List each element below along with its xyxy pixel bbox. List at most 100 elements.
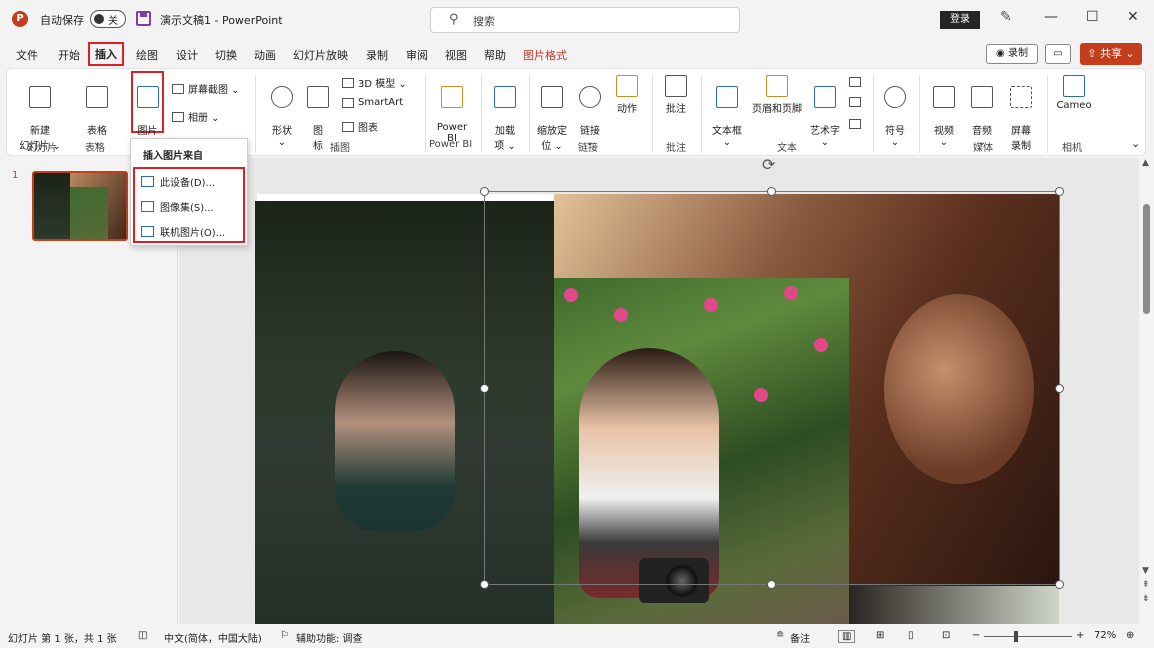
tab-design[interactable]: 设计 xyxy=(176,47,198,63)
resize-handle[interactable] xyxy=(767,580,776,589)
menu-item-stock-images[interactable]: 图像集(S)... xyxy=(141,199,214,214)
collapse-ribbon-icon[interactable]: ⌄ xyxy=(1131,137,1140,150)
resize-handle[interactable] xyxy=(767,187,776,196)
link-button[interactable]: 链接 ⌄ xyxy=(575,75,605,148)
rotate-handle-icon[interactable]: ⟳ xyxy=(762,158,775,174)
language-status[interactable]: 中文(简体，中国大陆) xyxy=(164,630,262,645)
icons-button[interactable]: 图 标 xyxy=(304,75,332,152)
slideshow-view-icon[interactable]: ⊡ xyxy=(942,630,950,641)
resize-handle[interactable] xyxy=(1055,187,1064,196)
omega-icon xyxy=(884,86,906,108)
accessibility-status[interactable]: 辅助功能: 调查 xyxy=(296,630,363,645)
resize-handle[interactable] xyxy=(1055,384,1064,393)
close-icon[interactable]: ✕ xyxy=(1127,9,1139,25)
record-button[interactable]: ◉ 录制 xyxy=(986,44,1038,64)
header-footer-icon xyxy=(766,75,788,97)
zoom-icon xyxy=(541,86,563,108)
zoom-slider-thumb[interactable] xyxy=(1014,631,1018,642)
save-icon[interactable] xyxy=(136,11,151,26)
resize-handle[interactable] xyxy=(1055,580,1064,589)
action-star-icon xyxy=(616,75,638,97)
normal-view-icon[interactable]: ▥ xyxy=(838,630,856,643)
menu-item-online-pictures[interactable]: 联机图片(O)... xyxy=(141,224,225,239)
date-time-icon[interactable] xyxy=(849,77,861,87)
action-button[interactable]: 动作 xyxy=(612,75,642,115)
comment-label: 批注 xyxy=(666,104,686,115)
search-box[interactable]: ⚲ 搜索 xyxy=(430,7,740,33)
screenshot-button[interactable]: 屏幕截图 ⌄ xyxy=(172,81,240,96)
tab-insert[interactable]: 插入 xyxy=(88,42,124,66)
resize-handle[interactable] xyxy=(480,187,489,196)
tab-record[interactable]: 录制 xyxy=(366,47,388,63)
autosave-toggle[interactable]: 关 xyxy=(90,10,126,28)
fit-slide-icon[interactable]: ⊕ xyxy=(1126,630,1134,641)
tab-draw[interactable]: 绘图 xyxy=(136,47,158,63)
cameo-button[interactable]: Cameo xyxy=(1053,75,1095,111)
zoom-button[interactable]: 缩放定 位 ⌄ xyxy=(534,75,570,152)
header-footer-button[interactable]: 页眉和页脚 xyxy=(749,75,805,115)
menu-item-this-device[interactable]: 此设备(D)... xyxy=(141,174,215,189)
slide-number-icon[interactable] xyxy=(849,97,861,107)
table-button[interactable]: 表格 ⌄ xyxy=(77,75,117,148)
screen-record-icon xyxy=(1010,86,1032,108)
tab-review[interactable]: 审阅 xyxy=(406,47,428,63)
shapes-button[interactable]: 形状 ⌄ xyxy=(265,75,299,148)
resize-handle[interactable] xyxy=(480,384,489,393)
share-button[interactable]: ⇧ 共享 ⌄ xyxy=(1080,43,1142,65)
textbox-button[interactable]: 文本框 ⌄ xyxy=(707,75,747,148)
screen-record-button[interactable]: 屏幕 录制 xyxy=(1003,75,1039,152)
tab-help[interactable]: 帮助 xyxy=(484,47,506,63)
reading-view-icon[interactable]: ▯ xyxy=(908,630,914,641)
slide-sorter-icon[interactable]: ⊞ xyxy=(876,630,884,641)
symbol-button[interactable]: 符号 ⌄ xyxy=(880,75,910,148)
powerbi-button[interactable]: Power BI xyxy=(432,75,472,144)
spellcheck-icon[interactable]: ◫ xyxy=(138,630,147,641)
3d-model-button[interactable]: 3D 模型 ⌄ xyxy=(342,75,407,90)
resize-handle[interactable] xyxy=(480,580,489,589)
video-label: 视频 ⌄ xyxy=(934,126,954,148)
search-placeholder: 搜索 xyxy=(473,15,495,28)
slide-info: 幻灯片 第 1 张，共 1 张 xyxy=(8,634,117,645)
tab-view[interactable]: 视图 xyxy=(445,47,467,63)
login-button[interactable]: 登录 xyxy=(940,11,980,29)
chart-button[interactable]: 图表 xyxy=(342,119,378,134)
scroll-thumb[interactable] xyxy=(1143,204,1150,314)
toggle-knob xyxy=(94,14,104,24)
zoom-label: 缩放定 位 ⌄ xyxy=(537,126,567,152)
notes-button[interactable]: 备注 xyxy=(790,630,810,645)
separator xyxy=(652,75,653,153)
tab-slideshow[interactable]: 幻灯片放映 xyxy=(293,47,348,63)
group-label-powerbi: Power BI xyxy=(429,139,473,150)
audio-button[interactable]: 音频 ⌄ xyxy=(965,75,999,148)
video-button[interactable]: 视频 ⌄ xyxy=(927,75,961,148)
prev-slide-icon[interactable]: ⇞ xyxy=(1142,580,1150,590)
vertical-scrollbar[interactable]: ▲ ▼ ⇞ ⇟ xyxy=(1140,158,1154,624)
tab-file[interactable]: 文件 xyxy=(16,47,38,63)
group-label-text: 文本 xyxy=(777,143,797,154)
smartart-button[interactable]: SmartArt xyxy=(342,97,403,108)
comment-button[interactable]: 批注 xyxy=(661,75,691,115)
zoom-out-icon[interactable]: − xyxy=(972,630,980,641)
pen-icon[interactable]: ✎ xyxy=(1000,9,1012,25)
scroll-down-icon[interactable]: ▼ xyxy=(1142,566,1149,576)
object-icon[interactable] xyxy=(849,119,861,129)
slide-thumbnail[interactable] xyxy=(32,171,128,241)
wordart-button[interactable]: 艺术字 ⌄ xyxy=(807,75,843,148)
tab-transitions[interactable]: 切换 xyxy=(215,47,237,63)
zoom-level[interactable]: 72% xyxy=(1094,630,1116,641)
stock-images-icon xyxy=(141,201,154,212)
zoom-in-icon[interactable]: + xyxy=(1076,630,1084,641)
album-button[interactable]: 相册 ⌄ xyxy=(172,109,220,124)
tab-picture-format[interactable]: 图片格式 xyxy=(523,47,567,63)
scroll-up-icon[interactable]: ▲ xyxy=(1142,158,1149,168)
comment-icon[interactable]: ▭ xyxy=(1045,44,1071,64)
addins-button[interactable]: 加载 项 ⌄ xyxy=(487,75,523,152)
tab-home[interactable]: 开始 xyxy=(58,47,80,63)
zoom-slider[interactable] xyxy=(984,636,1072,637)
maximize-icon[interactable]: ☐ xyxy=(1086,9,1099,25)
next-slide-icon[interactable]: ⇟ xyxy=(1142,594,1150,604)
minimize-icon[interactable]: — xyxy=(1044,9,1058,25)
separator xyxy=(919,75,920,153)
icons-icon xyxy=(307,86,329,108)
tab-animations[interactable]: 动画 xyxy=(254,47,276,63)
